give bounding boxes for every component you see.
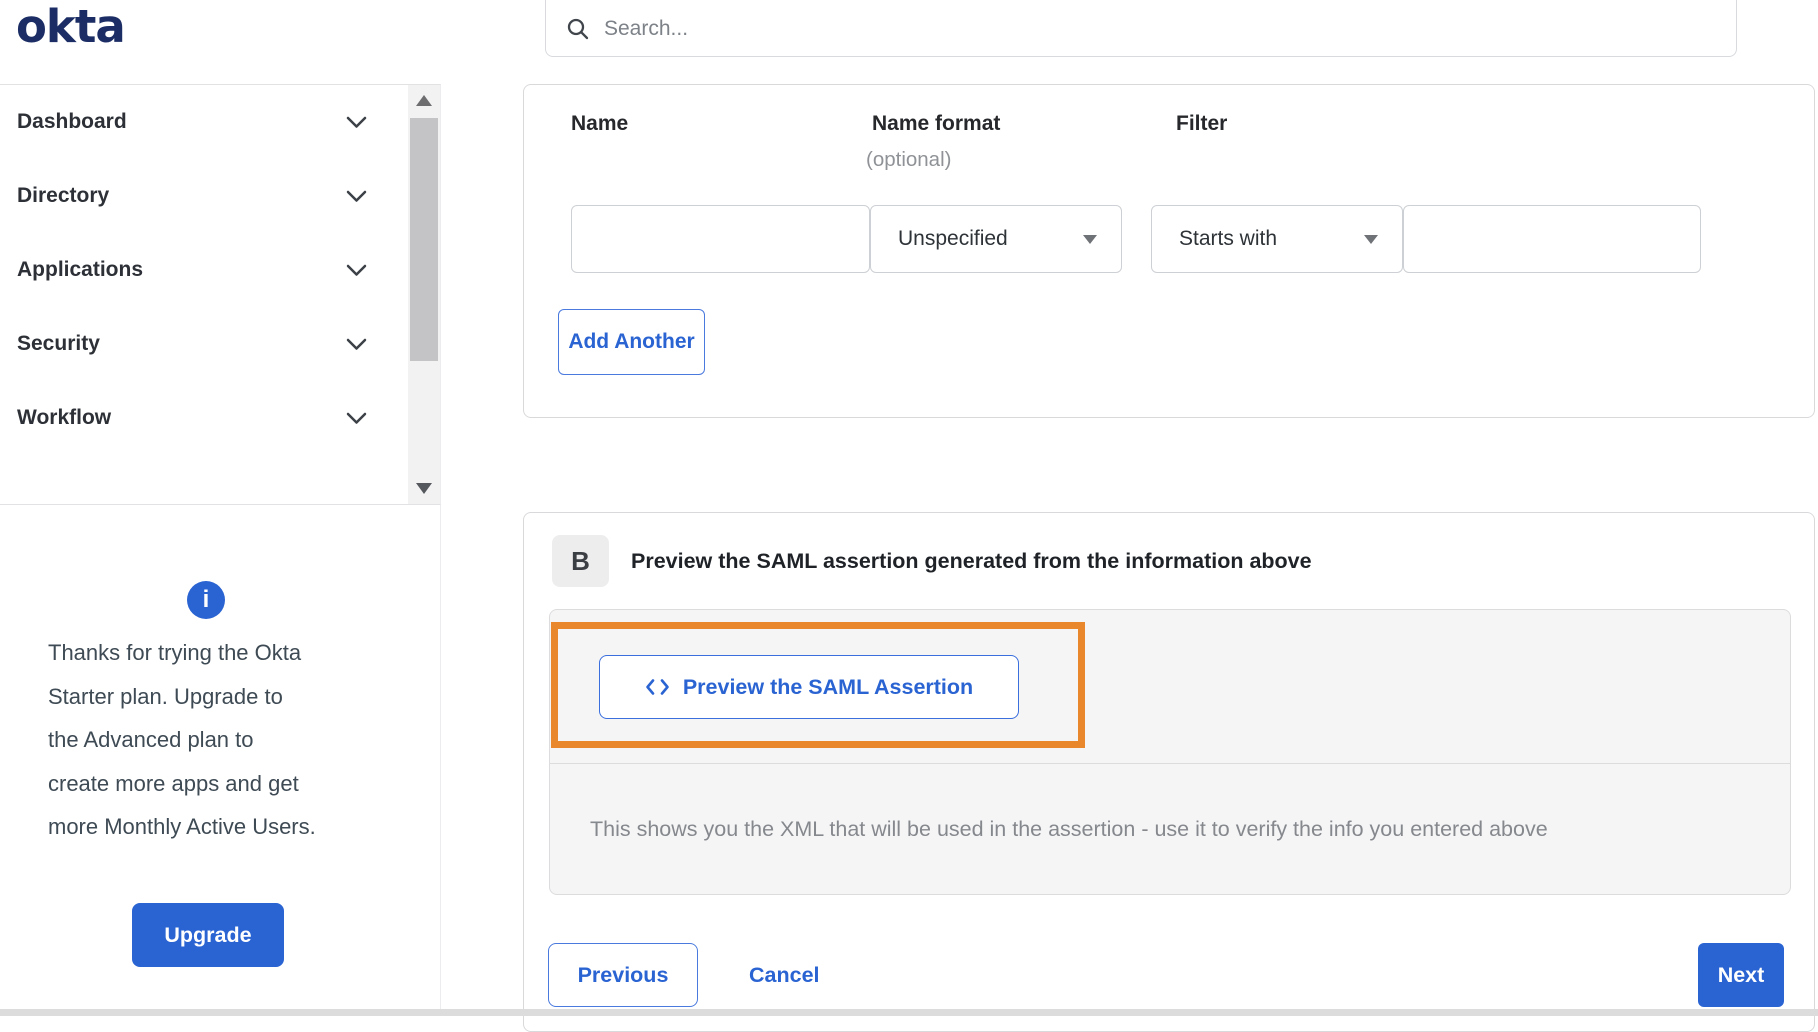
sidebar-item-label: Dashboard <box>17 110 127 133</box>
chevron-down-icon <box>346 412 367 424</box>
filter-type-select[interactable]: Starts with <box>1151 205 1403 273</box>
name-format-optional-hint: (optional) <box>866 148 952 171</box>
preview-hint-text: This shows you the XML that will be used… <box>590 816 1548 841</box>
saml-preview-card: B Preview the SAML assertion generated f… <box>523 512 1815 1032</box>
upgrade-button[interactable]: Upgrade <box>132 903 284 967</box>
sidebar-item-applications[interactable]: Applications <box>0 233 440 307</box>
sidebar-item-directory[interactable]: Directory <box>0 159 440 233</box>
preview-button-label: Preview the SAML Assertion <box>682 674 974 699</box>
previous-button[interactable]: Previous <box>548 943 698 1007</box>
sidebar-item-label: Security <box>17 332 100 355</box>
sidebar-scrollbar[interactable] <box>408 85 440 504</box>
info-icon: i <box>187 581 225 619</box>
name-format-select[interactable]: Unspecified <box>870 205 1122 273</box>
cancel-button[interactable]: Cancel <box>749 943 820 1007</box>
preview-section-title: Preview the SAML assertion generated fro… <box>631 548 1312 573</box>
scrollbar-down-arrow-icon[interactable] <box>416 483 432 494</box>
name-column-label: Name <box>571 112 629 135</box>
sidebar-item-dashboard[interactable]: Dashboard <box>0 85 440 159</box>
plan-notice-panel: i Thanks for trying the Okta Starter pla… <box>0 505 441 1016</box>
global-search[interactable] <box>545 0 1737 57</box>
sidebar-item-label: Directory <box>17 184 110 207</box>
step-b-badge: B <box>552 535 609 587</box>
page-bottom-scrollbar[interactable] <box>0 1009 1818 1016</box>
search-input[interactable] <box>604 16 1736 41</box>
sidebar-item-label: Workflow <box>17 406 112 429</box>
chevron-down-icon <box>346 116 367 128</box>
step-header: B Preview the SAML assertion generated f… <box>524 513 1814 587</box>
okta-logo: okta <box>16 0 126 53</box>
preview-saml-assertion-button[interactable]: Preview the SAML Assertion <box>599 655 1019 719</box>
dropdown-caret-icon <box>1364 234 1378 244</box>
attribute-statement-card: Name Name format (optional) Filter Unspe… <box>523 84 1815 418</box>
add-another-button[interactable]: Add Another <box>558 309 705 375</box>
name-format-column-label: Name format <box>872 112 1001 135</box>
filter-column-label: Filter <box>1176 112 1228 135</box>
attribute-name-input[interactable] <box>571 205 870 273</box>
preview-panel: Preview the SAML Assertion This shows yo… <box>549 609 1791 895</box>
plan-notice-text: Thanks for trying the Okta Starter plan.… <box>48 640 316 839</box>
sidebar-item-security[interactable]: Security <box>0 307 440 381</box>
scrollbar-thumb[interactable] <box>410 118 438 361</box>
sidebar-nav: Dashboard Directory Applications Securit… <box>0 84 441 505</box>
sidebar-item-label: Applications <box>17 258 144 281</box>
preview-hint-area: This shows you the XML that will be used… <box>550 764 1790 894</box>
scrollbar-up-arrow-icon[interactable] <box>416 95 432 106</box>
filter-type-selected-value: Starts with <box>1179 227 1278 250</box>
preview-button-area: Preview the SAML Assertion <box>550 610 1790 764</box>
code-brackets-icon <box>645 678 670 696</box>
chevron-down-icon <box>346 264 367 276</box>
chevron-down-icon <box>346 338 367 350</box>
sidebar-item-workflow[interactable]: Workflow <box>0 381 440 455</box>
search-icon <box>566 17 590 41</box>
name-format-selected-value: Unspecified <box>898 227 1008 250</box>
next-button[interactable]: Next <box>1698 943 1784 1007</box>
dropdown-caret-icon <box>1083 234 1097 244</box>
chevron-down-icon <box>346 190 367 202</box>
filter-value-input[interactable] <box>1403 205 1701 273</box>
